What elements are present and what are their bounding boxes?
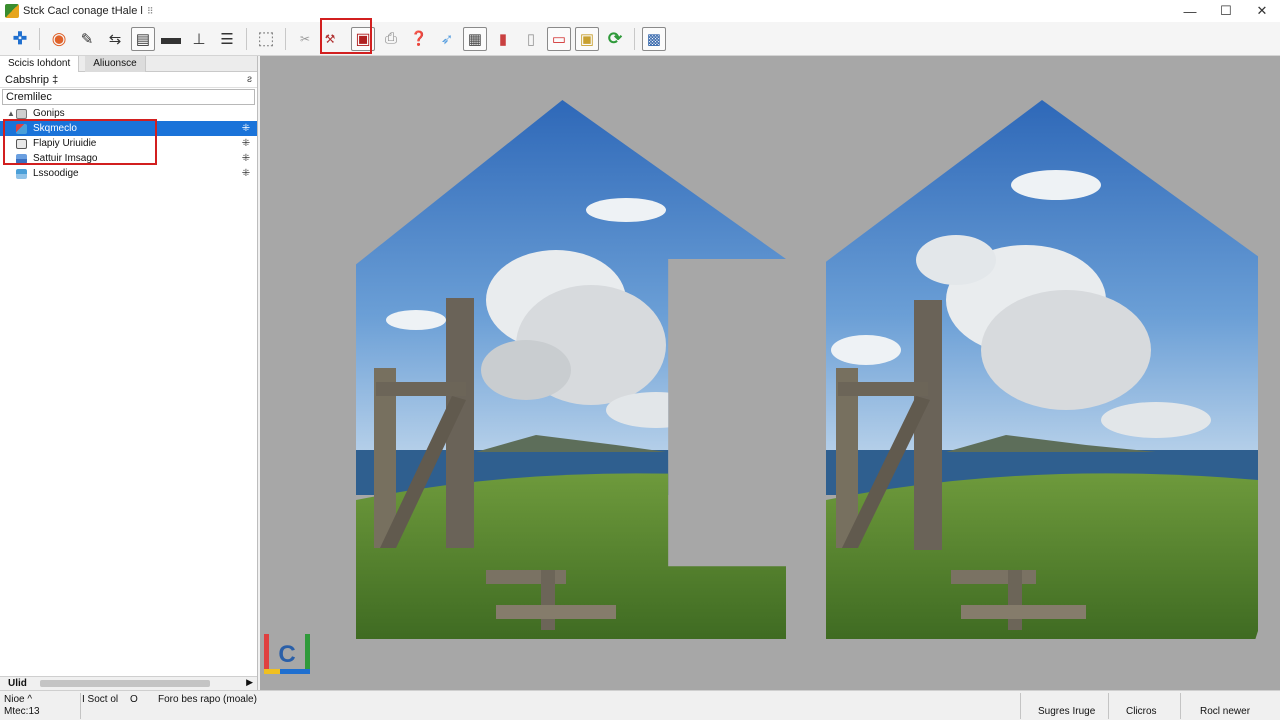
list-item[interactable]: Sattuir Imsago ⁜ bbox=[0, 151, 257, 166]
help-icon[interactable]: ❓ bbox=[407, 27, 431, 51]
panel-tabs: Scicis Iohdont Aliuonsce bbox=[0, 56, 257, 72]
panel-bottom-bar: Ulid ▶ bbox=[0, 676, 257, 690]
pin-icon[interactable]: ⁜ bbox=[239, 121, 253, 136]
folder-icon bbox=[16, 108, 27, 119]
image-icon bbox=[16, 123, 27, 134]
list-item-label: Skqmeclo bbox=[33, 123, 77, 134]
toolbar-separator bbox=[39, 27, 40, 50]
pin-icon[interactable]: ⁜ bbox=[239, 166, 253, 181]
landscape-icon bbox=[16, 153, 27, 164]
app-window: Stck Cacl conage tHale l ⠿ — ☐ ✕ ✜ ◉ ✎ ⇆… bbox=[0, 0, 1280, 720]
collapse-icon[interactable]: ▲ bbox=[7, 106, 15, 121]
frame-icon[interactable]: ⬚ bbox=[254, 27, 278, 51]
align-icon[interactable]: ☰ bbox=[215, 27, 239, 51]
main-toolbar: ✜ ◉ ✎ ⇆ ▤ ▬ ⊥ ☰ ⬚ ✂ ⚒ ▣ ⎙ ❓ ➶ ▦ ▮ ▯ ▭ ▣ … bbox=[0, 22, 1280, 56]
status-divider bbox=[1180, 693, 1181, 719]
search-input[interactable]: Cremlilec bbox=[2, 89, 255, 105]
panel-menu-icon[interactable]: ƨ bbox=[247, 72, 252, 88]
cropped-image-left[interactable] bbox=[356, 100, 786, 639]
split-icon[interactable]: ⊥ bbox=[187, 27, 211, 51]
hammer-icon[interactable]: ⚒ bbox=[321, 27, 339, 51]
status-right-3[interactable]: Rocl newer bbox=[1200, 706, 1250, 717]
left-panel: Scicis Iohdont Aliuonsce Cabshrip ‡ ƨ Cr… bbox=[0, 56, 258, 690]
document-icon[interactable]: ▤ bbox=[131, 26, 155, 51]
list-item-label: Flapiy Uriuidie bbox=[33, 138, 97, 149]
cut-icon[interactable]: ✂ bbox=[293, 27, 317, 51]
title-bar: Stck Cacl conage tHale l ⠿ — ☐ ✕ bbox=[0, 0, 1280, 22]
status-field: Foro bes rapo (moale) bbox=[158, 694, 257, 705]
image-canvas[interactable]: C bbox=[260, 56, 1280, 690]
arrows-icon[interactable]: ⇆ bbox=[103, 27, 127, 51]
list-item-label: Gonips bbox=[33, 108, 65, 119]
title-glyph: ⠿ bbox=[146, 5, 154, 16]
bookmark-icon[interactable]: ▯ bbox=[519, 27, 543, 51]
list-item-label: Sattuir Imsago bbox=[33, 153, 98, 164]
pen-icon[interactable]: ✎ bbox=[75, 27, 99, 51]
print-icon[interactable]: ⎙ bbox=[379, 27, 403, 51]
minimize-button[interactable]: — bbox=[1172, 0, 1208, 22]
status-right-2[interactable]: Clicros bbox=[1126, 706, 1157, 717]
page-icon[interactable]: ▦ bbox=[463, 26, 487, 51]
palette-icon[interactable]: ▮ bbox=[491, 27, 515, 51]
cropped-image-right[interactable] bbox=[826, 100, 1258, 639]
status-mode: Nioe ^ bbox=[4, 694, 33, 705]
stack-icon bbox=[16, 168, 27, 179]
app-icon bbox=[5, 4, 19, 18]
connect-icon[interactable]: ✜ bbox=[8, 27, 32, 51]
close-button[interactable]: ✕ bbox=[1244, 0, 1280, 22]
svg-text:C: C bbox=[278, 641, 295, 668]
refresh-icon[interactable]: ⟳ bbox=[603, 27, 627, 51]
display-icon bbox=[16, 138, 27, 149]
status-right-1[interactable]: Sugres Iruge bbox=[1038, 706, 1095, 717]
list-item[interactable]: Flapiy Uriuidie ⁜ bbox=[0, 136, 257, 151]
folder-icon[interactable]: ▣ bbox=[575, 26, 599, 51]
toolbar-separator bbox=[634, 27, 635, 50]
maximize-button[interactable]: ☐ bbox=[1208, 0, 1244, 22]
toolbar-separator bbox=[285, 27, 286, 50]
status-bar: Nioe ^ Mtec:13 I Soct ol O Foro bes rapo… bbox=[0, 690, 1280, 720]
status-meta: Mtec:13 bbox=[4, 706, 40, 717]
window-title: Stck Cacl conage tHale l bbox=[23, 5, 143, 17]
scroll-right-icon[interactable]: ▶ bbox=[246, 677, 253, 688]
status-divider bbox=[80, 693, 81, 719]
panel-bottom-label: Ulid bbox=[8, 678, 27, 689]
toolbar-separator bbox=[246, 27, 247, 50]
gallery-icon[interactable]: ▩ bbox=[642, 26, 666, 51]
landscape-photo bbox=[826, 100, 1258, 639]
panel-header-label: Cabshrip ‡ bbox=[5, 74, 59, 86]
app-logo: C bbox=[264, 634, 310, 674]
list-item[interactable]: ▲ Gonips bbox=[0, 106, 257, 121]
layer-icon[interactable]: ▬ bbox=[159, 27, 183, 51]
horizontal-scrollbar[interactable] bbox=[40, 680, 210, 687]
image-stamp-icon[interactable]: ▣ bbox=[351, 26, 375, 51]
pin-icon[interactable]: ⁜ bbox=[239, 136, 253, 151]
status-dot: O bbox=[130, 694, 138, 705]
panel-header-row[interactable]: Cabshrip ‡ ƨ bbox=[0, 72, 257, 88]
tab-scicis-iohdont[interactable]: Scicis Iohdont bbox=[0, 56, 80, 72]
list-item[interactable]: Skqmeclo ⁜ bbox=[0, 121, 257, 136]
pin-icon[interactable]: ⁜ bbox=[239, 151, 253, 166]
status-divider bbox=[1020, 693, 1021, 719]
window-controls: — ☐ ✕ bbox=[1172, 0, 1280, 22]
list-item-label: Lssoodige bbox=[33, 168, 79, 179]
slides-icon[interactable]: ▭ bbox=[547, 26, 571, 51]
status-pages: I Soct ol bbox=[82, 694, 119, 705]
list-item[interactable]: Lssoodige ⁜ bbox=[0, 166, 257, 181]
browser-icon[interactable]: ◉ bbox=[47, 27, 71, 51]
wing-icon[interactable]: ➶ bbox=[435, 27, 459, 51]
tab-aliuonsce[interactable]: Aliuonsce bbox=[85, 56, 146, 72]
landscape-photo bbox=[356, 100, 786, 639]
status-divider bbox=[1108, 693, 1109, 719]
